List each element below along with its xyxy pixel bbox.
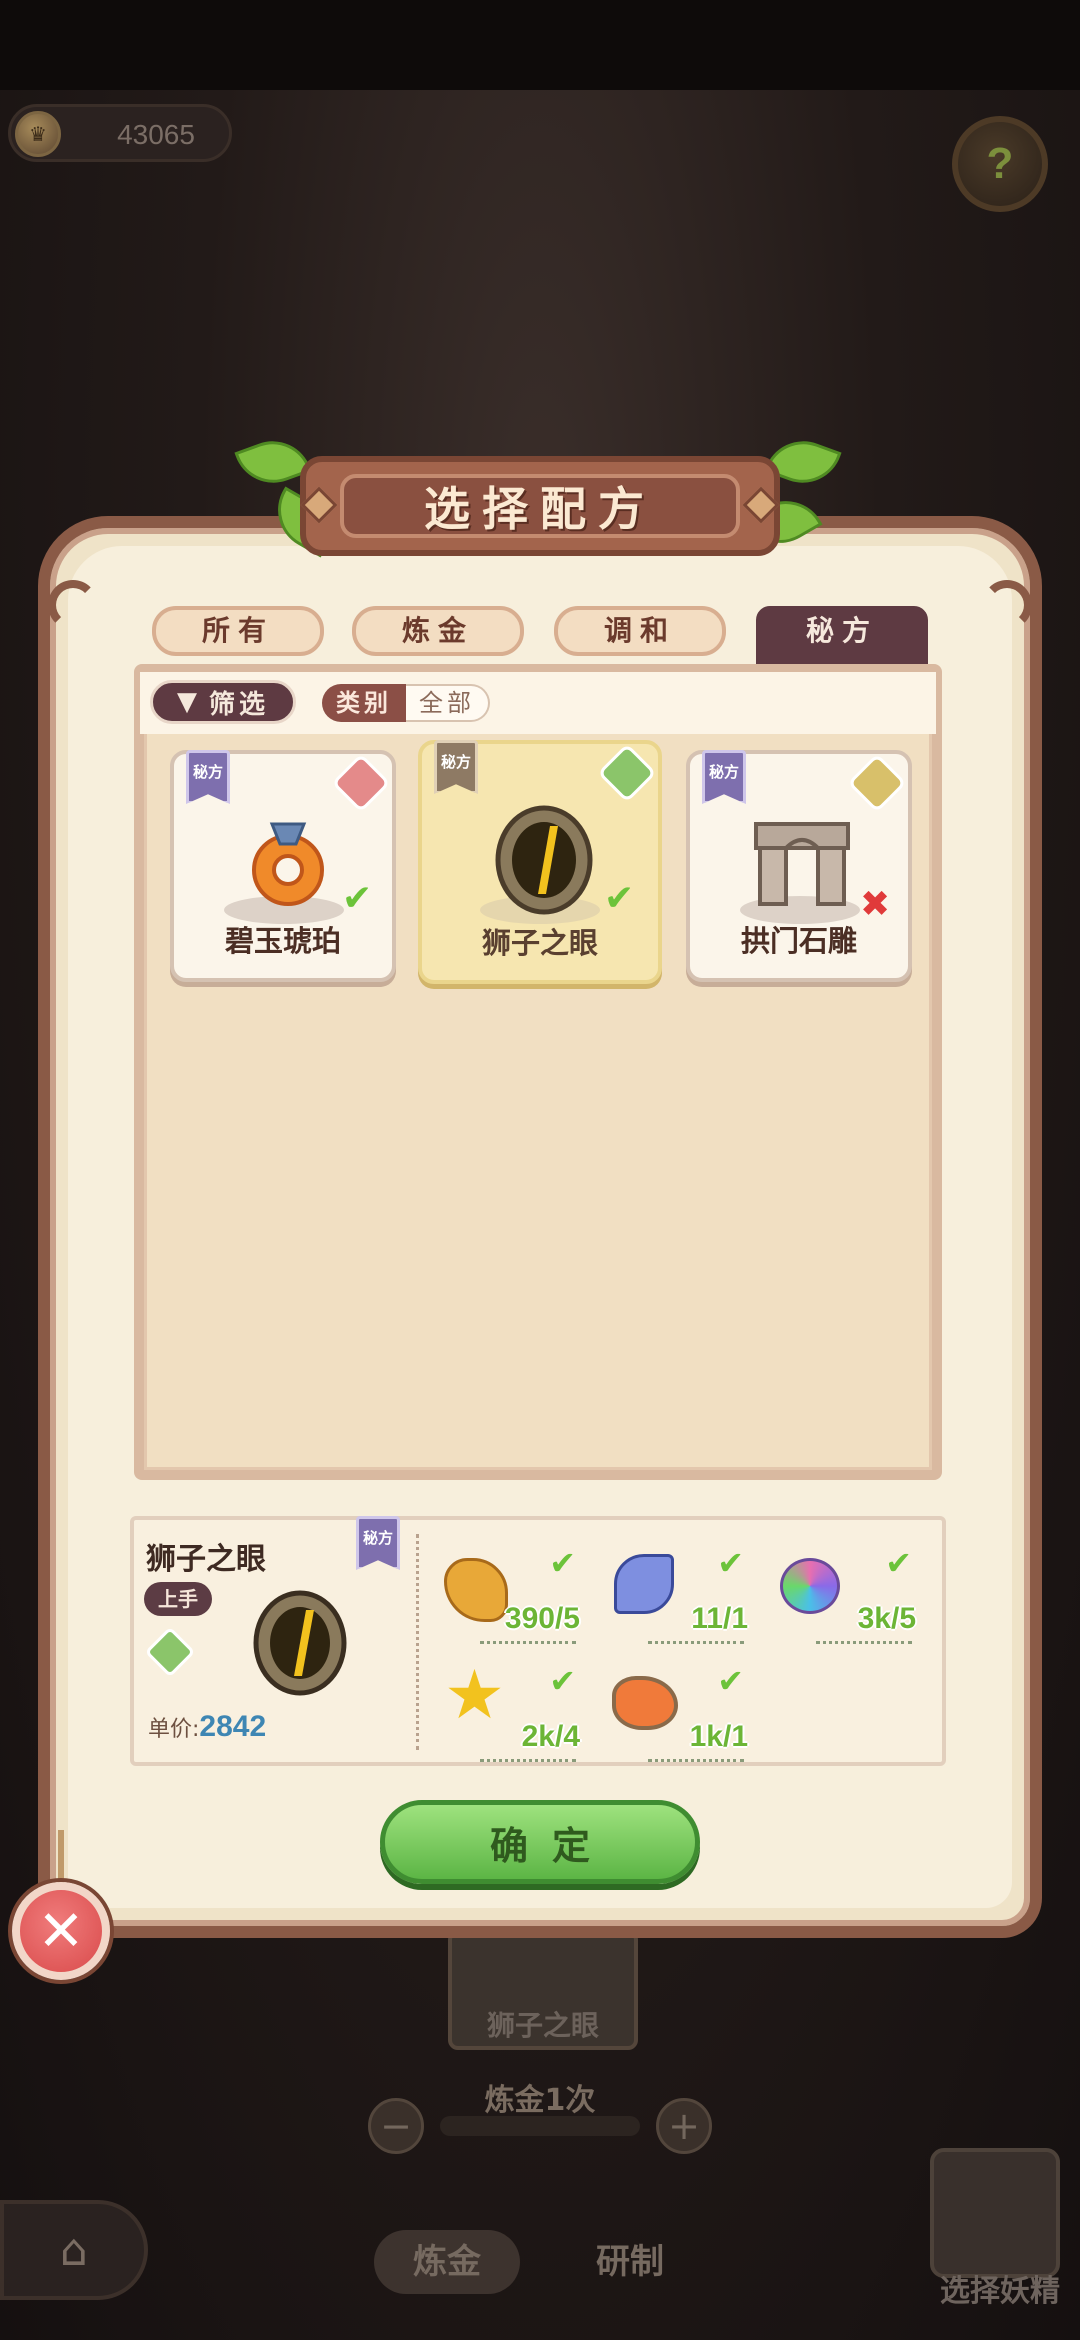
tab-secret-recipe[interactable]: 秘方 [756, 606, 928, 664]
coin-value: 43065 [117, 119, 195, 150]
ingredient-item[interactable]: ✔ 390/5 [440, 1544, 580, 1644]
unit-price-label: 单价: [148, 1717, 200, 1742]
ingredient-item[interactable]: ✔ 11/1 [608, 1544, 748, 1644]
filter-button[interactable]: ▼ 筛选 [150, 680, 296, 724]
background-recipe-card: 狮子之眼 [448, 1930, 638, 2050]
ingredient-qty: 11/1 [691, 1602, 748, 1635]
check-icon: ✔ [885, 1544, 912, 1582]
confirm-button[interactable]: 确定 [380, 1800, 700, 1884]
recipe-card-arch-carving[interactable]: 秘方 ✖ 拱门石雕 [686, 750, 912, 982]
background-craft-count: 炼金1次 [484, 2083, 596, 2118]
ingredient-underline [816, 1641, 912, 1644]
ingredient-qty: 3k/5 [857, 1602, 916, 1635]
rainbow-feather-icon [780, 1558, 840, 1614]
star-icon: ★ [444, 1656, 505, 1735]
secret-recipe-badge: 秘方 [702, 750, 746, 804]
tab-alchemy[interactable]: 炼金 [352, 606, 524, 656]
ingredient-qty: 1k/1 [689, 1720, 748, 1753]
lion-eye-gem-icon [253, 1590, 347, 1696]
tab-blend[interactable]: 调和 [554, 606, 726, 656]
amber-stone-icon [612, 1676, 678, 1730]
hanging-string [58, 1830, 64, 1890]
ingredient-qty: 390/5 [504, 1602, 580, 1635]
detail-recipe-name: 狮子之眼 [146, 1542, 266, 1577]
filter-button-label: 筛选 [208, 689, 269, 720]
home-icon: ⌂ [0, 2200, 148, 2300]
pinwheel-flower-icon [614, 1554, 674, 1614]
dialog-title: 选择配方 [424, 482, 656, 536]
background-tab-alchemy: 炼金 [374, 2230, 520, 2294]
check-icon: ✔ [342, 878, 373, 919]
mountain-tag-icon [331, 753, 391, 813]
amber-ring-icon [252, 822, 324, 906]
check-icon: ✔ [717, 1544, 744, 1582]
status-bar-area [0, 0, 1080, 90]
secret-recipe-badge: 秘方 [186, 750, 230, 804]
background-progress-bar [440, 2116, 640, 2136]
skill-tag: 上手 [144, 1582, 212, 1616]
background-card-label: 狮子之眼 [486, 2009, 599, 2042]
unit-price: 单价:2842 [148, 1710, 266, 1744]
plus-icon: + [656, 2098, 712, 2154]
recipe-card-name: 碧玉琥珀 [224, 924, 341, 958]
category-value[interactable]: 全部 [406, 684, 490, 722]
fairy-silhouette-icon [930, 2148, 1060, 2278]
wheat-icon [444, 1558, 508, 1622]
unit-price-value: 2842 [199, 1710, 267, 1743]
secret-recipe-badge: 秘方 [434, 740, 478, 794]
recipe-card-lion-eye[interactable]: 秘方 ✔ 狮子之眼 [418, 740, 662, 984]
ingredient-underline [480, 1759, 576, 1762]
sprout-tag-icon [597, 743, 657, 803]
recipe-card-jade-amber[interactable]: 秘方 ✔ 碧玉琥珀 [170, 750, 396, 982]
ingredient-underline [480, 1641, 576, 1644]
close-x-icon[interactable]: ✕ [12, 1882, 110, 1980]
detail-divider [416, 1534, 419, 1750]
ingredient-item[interactable]: ✔ 3k/5 [776, 1544, 916, 1644]
stone-arch-icon [754, 822, 850, 906]
corner-swirl-icon [982, 580, 1032, 630]
category-label[interactable]: 类别 [322, 684, 406, 722]
title-plate: 选择配方 [300, 456, 780, 556]
ingredient-qty: 2k/4 [521, 1720, 580, 1753]
check-icon: ✔ [549, 1662, 576, 1700]
minus-icon: − [368, 2098, 424, 2154]
scroll-tag-icon [847, 753, 907, 813]
tab-all[interactable]: 所有 [152, 606, 324, 656]
recipe-card-name: 拱门石雕 [740, 924, 857, 958]
title-inner: 选择配方 [340, 474, 740, 538]
crown-coin-icon: ♛ [15, 111, 61, 157]
ingredient-underline [648, 1641, 744, 1644]
coin-counter: ♛ 43065 [8, 104, 232, 162]
ingredient-item[interactable]: ✔ 1k/1 [608, 1662, 748, 1762]
background-fairy-label: 选择妖精 [940, 2274, 1060, 2309]
check-icon: ✔ [549, 1544, 576, 1582]
funnel-icon: ▼ [176, 687, 201, 717]
ingredient-underline [648, 1759, 744, 1762]
check-icon: ✔ [604, 878, 635, 919]
check-icon: ✔ [717, 1662, 744, 1700]
question-mark-icon[interactable]: ? [952, 116, 1048, 212]
corner-swirl-icon [48, 580, 98, 630]
ingredient-item[interactable]: ★ ✔ 2k/4 [440, 1662, 580, 1762]
lion-eye-gem-icon [495, 805, 593, 915]
secret-recipe-badge: 秘方 [356, 1516, 400, 1570]
background-tab-research: 研制 [596, 2242, 664, 2282]
recipe-card-name: 狮子之眼 [481, 926, 598, 960]
